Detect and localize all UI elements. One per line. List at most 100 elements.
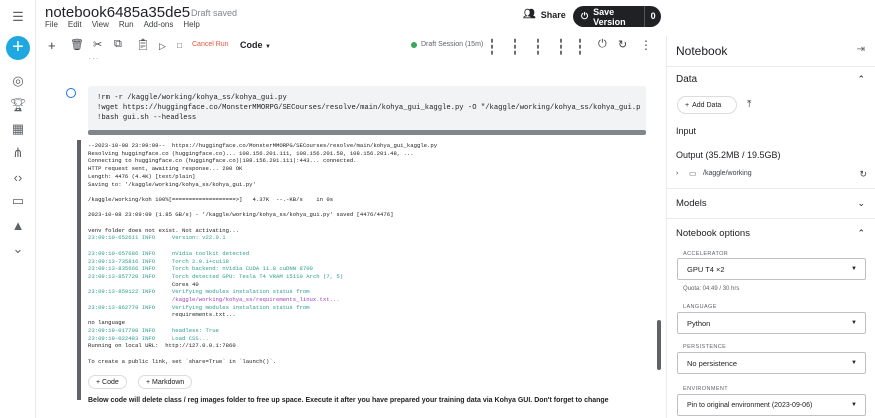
environment-label: ENVIRONMENT (683, 386, 729, 392)
gpu-quota: Quota: 04:49 / 30 hrs (683, 286, 740, 292)
menu-view[interactable]: View (92, 20, 109, 29)
trophy-icon[interactable]: 🏆︎ (9, 96, 27, 114)
environment-select[interactable]: Pin to original environment (2023-09-06)… (677, 394, 866, 416)
menu-bar: File Edit View Run Add-ons Help (45, 20, 200, 29)
people-icon: 👥︎ (523, 9, 536, 20)
session-status[interactable]: Draft Session (15m) (411, 41, 483, 48)
output-line: /kaggle/working/koh 100%[===============… (88, 195, 334, 203)
menu-icon[interactable]: ☰ (9, 8, 27, 26)
more-meter-icon: ▮ ▮ ▮ (578, 38, 582, 56)
options-heading: Notebook options (676, 228, 750, 239)
data-heading: Data (676, 74, 698, 85)
upload-icon[interactable]: ⤒ (747, 99, 751, 110)
output-line: 23:09:13-735816 INFO Torch 2.0.1+cu118 (88, 257, 229, 265)
language-select[interactable]: Python ▼ (677, 312, 866, 334)
output-selection-bar (77, 140, 81, 400)
chevron-down-icon: ▼ (265, 44, 271, 50)
language-value: Python (687, 318, 711, 328)
persistence-select[interactable]: No persistence ▼ (677, 352, 866, 374)
cell-horizontal-scrollbar[interactable] (88, 130, 646, 135)
create-button[interactable]: + (6, 36, 30, 60)
cancel-run-button[interactable]: Cancel Run (192, 41, 229, 48)
more-vert-icon[interactable]: ⋮ (640, 38, 652, 52)
input-heading: Input (676, 126, 697, 136)
add-data-button[interactable]: + Add Data (677, 96, 737, 114)
run-icon[interactable]: ▷ (159, 41, 166, 52)
output-line: To create a public link, set `share=True… (88, 357, 276, 365)
cell-type-label: Code (240, 40, 263, 50)
code-line-2: !wget https://huggingface.co/MonsterMMOR… (97, 104, 641, 112)
output-line: HTTP request sent, awaiting response... … (88, 165, 243, 173)
gpu-meter-icon: ▮ ▮ ▮ (536, 38, 540, 56)
learn-icon[interactable]: ▲ (9, 216, 27, 234)
table-icon[interactable]: ▦ (9, 120, 27, 138)
output-line: 23:09:13-859122 INFO Verifying modules i… (88, 288, 310, 296)
ram-meter-icon: ▮ ▮ ▮ (513, 38, 517, 56)
code-icon[interactable]: ‹› (9, 168, 27, 186)
add-data-label: Add Data (692, 101, 722, 109)
output-line: 23:09:19-017708 INFO headless: True (88, 326, 219, 334)
output-line: --2023-10-08 23:09:09-- https://huggingf… (88, 142, 438, 149)
discussion-icon[interactable]: ▭ (9, 192, 27, 210)
add-cell-icon[interactable]: + (48, 38, 56, 53)
output-line: venv folder does not exist. Not activati… (88, 226, 240, 234)
compass-icon[interactable]: ◎ (9, 72, 27, 90)
language-label: LANGUAGE (683, 304, 717, 310)
collapse-panel-icon[interactable]: ⇥ (857, 44, 865, 55)
divider (667, 218, 875, 219)
left-rail: ☰ + ◎ 🏆︎ ▦ ⋔ ‹› ▭ ▲ ⌄ (0, 0, 36, 418)
expand-arrow-icon[interactable]: › (676, 170, 678, 177)
cell-type-select[interactable]: Code ▼ (240, 40, 271, 50)
menu-run[interactable]: Run (119, 20, 134, 29)
run-cell-button[interactable] (66, 88, 76, 98)
models-icon[interactable]: ⋔ (9, 144, 27, 162)
accelerator-label: ACCELERATOR (683, 251, 729, 257)
folder-icon: ▭ (689, 169, 697, 178)
cut-icon[interactable]: ✂ (93, 38, 102, 51)
paste-icon[interactable]: 📋︎ (136, 38, 150, 51)
cell-output: --2023-10-08 23:09:09-- https://huggingf… (88, 140, 648, 372)
markdown-note: Below code will delete class / reg image… (88, 397, 609, 404)
dropdown-arrow-icon: ▼ (851, 402, 857, 408)
output-path[interactable]: /kaggle/working (703, 170, 752, 177)
accelerator-select[interactable]: GPU T4 ×2 ▼ (677, 258, 866, 280)
environment-value: Pin to original environment (2023-09-06) (687, 401, 813, 409)
menu-file[interactable]: File (45, 20, 58, 29)
output-line: 23:09:10-657686 INFO nVidia toolkit dete… (88, 249, 250, 257)
output-line: requirements.txt... (88, 311, 236, 319)
plus-icon: + (685, 101, 690, 109)
refresh-icon[interactable]: ↻ (859, 169, 867, 180)
collapse-options-icon[interactable]: ⌃ (857, 228, 865, 239)
stop-icon[interactable]: □ (177, 41, 182, 50)
divider (667, 66, 875, 67)
output-line: 23:09:13-862779 INFO Verifying modules i… (88, 303, 310, 311)
save-version-count[interactable]: 0 (644, 6, 661, 27)
code-line-3: !bash gui.sh --headless (97, 114, 197, 122)
menu-addons[interactable]: Add-ons (144, 20, 174, 29)
collapse-data-icon[interactable]: ⌃ (857, 74, 865, 85)
power-off-icon[interactable]: ⏻ (598, 38, 607, 51)
delete-icon[interactable]: 🗑︎ (70, 38, 84, 51)
more-chevron-icon[interactable]: ⌄ (9, 240, 27, 258)
accelerator-value: GPU T4 ×2 (687, 264, 725, 274)
share-label: Share (540, 9, 566, 20)
copy-icon[interactable]: ⧉ (114, 38, 122, 51)
output-line: Resolving huggingface.co (huggingface.co… (88, 149, 414, 157)
menu-edit[interactable]: Edit (68, 20, 82, 29)
notebook-title[interactable]: notebook6485a35de5 (45, 4, 190, 21)
add-markdown-button[interactable]: + Markdown (138, 375, 193, 389)
save-version-button[interactable]: ⏻ Save Version 0 (573, 6, 661, 27)
output-line: 23:09:19-022483 INFO Load CSS... (88, 334, 209, 342)
cpu-meter-icon: ▮ ▮ ▮ (490, 38, 494, 56)
share-button[interactable]: 👥︎ Share (523, 9, 566, 20)
menu-help[interactable]: Help (183, 20, 199, 29)
output-line: Connecting to huggingface.co (huggingfac… (88, 157, 357, 165)
output-scrollbar[interactable] (657, 320, 661, 370)
dropdown-arrow-icon: ▼ (851, 360, 857, 366)
persistence-value: No persistence (687, 358, 738, 368)
save-status: Draft saved (191, 8, 238, 18)
expand-models-icon[interactable]: ⌄ (857, 198, 865, 209)
add-code-button[interactable]: + Code (88, 375, 127, 389)
restart-icon[interactable]: ↻ (618, 38, 627, 51)
output-line: Length: 4476 (4.4K) [text/plain] (88, 172, 196, 180)
